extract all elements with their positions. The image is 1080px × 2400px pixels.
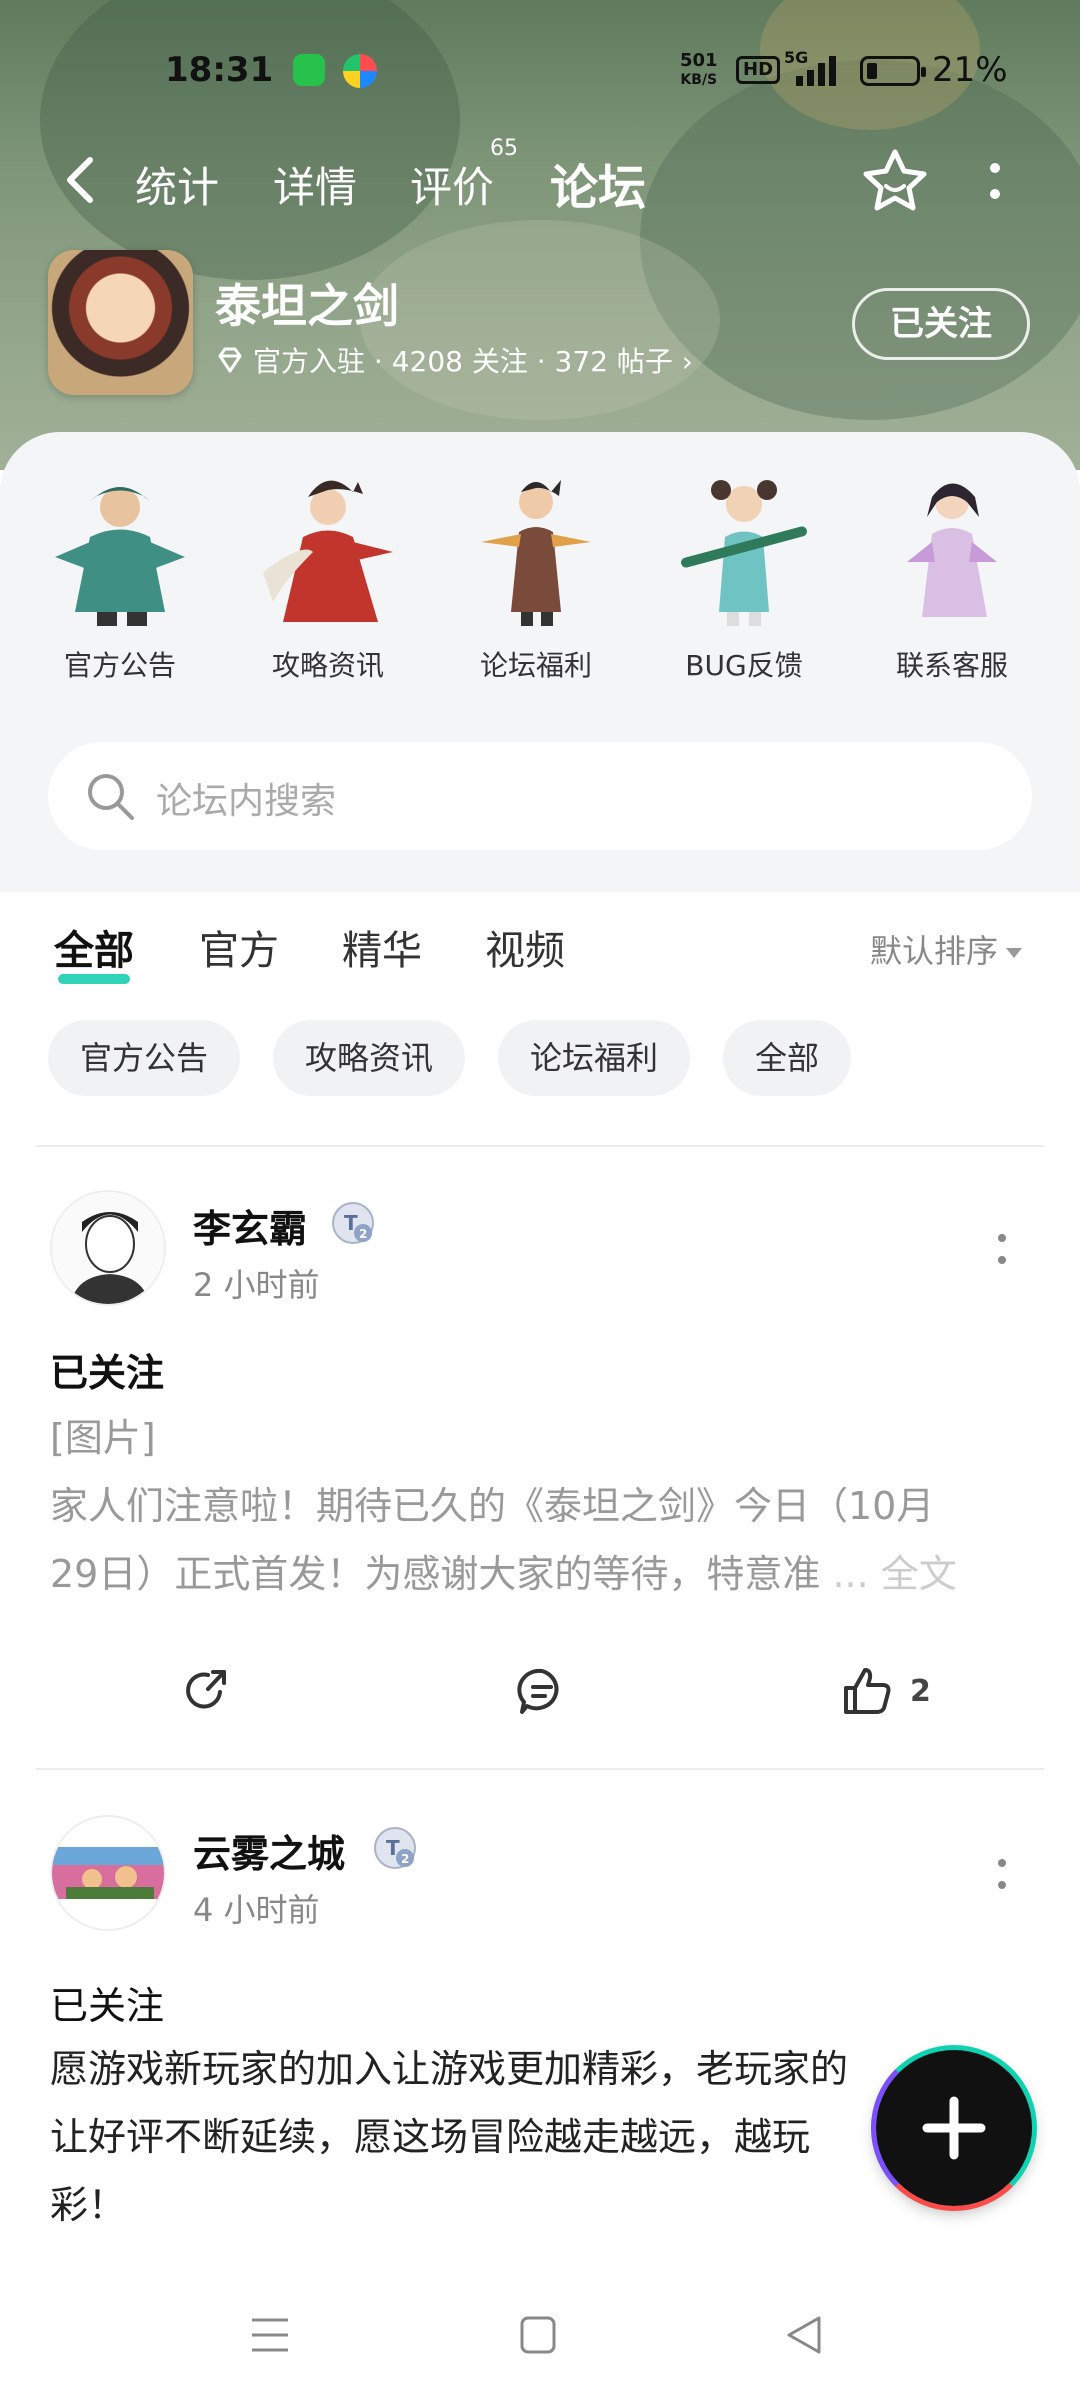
post-actions: 2 xyxy=(0,1656,1080,1726)
like-button[interactable]: 2 xyxy=(838,1656,931,1726)
level-number: 2 xyxy=(401,1852,409,1866)
back-icon[interactable] xyxy=(775,2310,835,2360)
comment-icon xyxy=(517,1668,559,1714)
tab-stats[interactable]: 统计 xyxy=(135,154,219,215)
chip-official[interactable]: 官方公告 xyxy=(48,1020,241,1096)
category-official[interactable]: 官方公告 xyxy=(20,462,220,684)
post-author[interactable]: 李玄霸 xyxy=(193,1198,307,1253)
battery-percent: 21% xyxy=(932,50,1008,90)
full-text-link[interactable]: 全文 xyxy=(881,1552,957,1596)
more-options-icon[interactable] xyxy=(985,154,1005,210)
filter-tabs: 全部 官方 精华 视频 默认排序 xyxy=(0,892,1080,992)
forum-meta[interactable]: 官方入驻 · 4208 关注 · 372 帖子 › xyxy=(215,340,693,380)
divider xyxy=(36,1768,1044,1770)
category-label: BUG反馈 xyxy=(685,649,803,682)
share-icon xyxy=(186,1670,226,1709)
favorite-star-icon[interactable] xyxy=(860,146,930,216)
chip-welfare[interactable]: 论坛福利 xyxy=(498,1020,691,1096)
post-text-line: 29日）正式首发！为感谢大家的等待，特意准 ... 全文 xyxy=(50,1540,1040,1608)
game-avatar[interactable] xyxy=(48,250,193,395)
status-time: 18:31 xyxy=(165,50,274,90)
search-icon xyxy=(88,774,134,820)
menu-icon[interactable] xyxy=(240,2310,300,2360)
post-more-icon[interactable] xyxy=(995,1230,1009,1270)
app-notification-icon xyxy=(343,54,377,88)
filter-tab-all[interactable]: 全部 xyxy=(54,918,134,984)
home-icon[interactable] xyxy=(508,2310,568,2360)
post-more-icon[interactable] xyxy=(995,1855,1009,1895)
category-label: 攻略资讯 xyxy=(271,649,384,682)
category-label: 论坛福利 xyxy=(479,649,592,682)
tab-forum[interactable]: 论坛 xyxy=(545,148,651,218)
filter-tab-featured[interactable]: 精华 xyxy=(342,918,422,976)
forum-name: 泰坦之剑 xyxy=(215,279,399,333)
forum-sheet: 官方公告 攻略资讯 论坛福利 BUG反馈 联系客服 论坛内搜索 xyxy=(0,432,1080,892)
user-avatar[interactable] xyxy=(50,1815,166,1931)
customer-service-character-icon xyxy=(907,483,997,617)
chip-all[interactable]: 全部 xyxy=(723,1020,852,1096)
post-author[interactable]: 云雾之城 xyxy=(193,1823,345,1878)
category-bug-feedback[interactable]: BUG反馈 xyxy=(644,462,844,684)
network-speed-unit: KB/S xyxy=(680,72,718,88)
post-title: 已关注 xyxy=(50,1351,165,1395)
filter-tab-official[interactable]: 官方 xyxy=(199,918,279,976)
user-avatar[interactable] xyxy=(50,1190,166,1306)
sort-dropdown[interactable]: 默认排序 xyxy=(870,926,1023,972)
plus-icon xyxy=(922,2096,986,2160)
post-time: 4 小时前 xyxy=(193,1891,320,1929)
category-customer-service[interactable]: 联系客服 xyxy=(852,462,1052,684)
post-text-line: 家人们注意啦！期待已久的《泰坦之剑》今日（10月 xyxy=(50,1484,935,1528)
category-label: 联系客服 xyxy=(895,649,1008,682)
search-placeholder: 论坛内搜索 xyxy=(156,781,337,822)
battery-icon xyxy=(860,56,926,86)
level-number: 2 xyxy=(359,1227,367,1241)
share-button[interactable] xyxy=(180,1656,238,1726)
chip-guide[interactable]: 攻略资讯 xyxy=(273,1020,466,1096)
reviews-count-badge: 65 xyxy=(490,136,518,161)
welfare-character-icon xyxy=(481,480,591,626)
diamond-icon xyxy=(218,347,242,373)
thumbs-up-icon xyxy=(844,1668,891,1714)
category-chips: 官方公告 攻略资讯 论坛福利 全部 xyxy=(0,1015,1080,1096)
comment-button[interactable] xyxy=(513,1656,571,1726)
divider xyxy=(36,1145,1044,1147)
message-app-icon xyxy=(293,54,325,86)
bug-feedback-character-icon xyxy=(681,480,807,626)
filter-tab-video[interactable]: 视频 xyxy=(485,918,565,976)
official-announcement-character-icon xyxy=(55,487,185,626)
post-card[interactable]: 李玄霸 T 2 2 小时前 已关注 [图片] 家人们注意啦！期待已久的《泰坦之剑… xyxy=(0,1190,1080,1750)
top-navigation: 统计 详情 评价 65 论坛 xyxy=(0,136,1080,220)
caret-down-icon xyxy=(1006,948,1023,958)
back-arrow-icon[interactable] xyxy=(56,152,106,208)
post-ellipsis: ... xyxy=(832,1552,869,1596)
category-label: 官方公告 xyxy=(63,649,176,682)
category-welfare[interactable]: 论坛福利 xyxy=(436,462,636,684)
status-bar: 18:31 501 KB/S HD 5G 21% xyxy=(0,40,1080,100)
category-guide[interactable]: 攻略资讯 xyxy=(228,462,428,684)
forum-search-bar[interactable]: 论坛内搜索 xyxy=(48,742,1032,850)
user-level-badge-icon: T 2 xyxy=(332,1202,374,1244)
forum-stats: 官方入驻 · 4208 关注 · 372 帖子 › xyxy=(253,345,694,378)
tab-details[interactable]: 详情 xyxy=(273,154,357,215)
guide-character-icon xyxy=(263,480,393,622)
category-row: 官方公告 攻略资讯 论坛福利 BUG反馈 联系客服 xyxy=(0,462,1080,682)
user-level-badge-icon: T 2 xyxy=(374,1827,416,1869)
hd-icon: HD xyxy=(736,56,781,84)
create-post-button[interactable] xyxy=(871,2045,1037,2211)
like-count: 2 xyxy=(910,1673,931,1709)
tab-reviews[interactable]: 评价 xyxy=(410,154,494,215)
post-time: 2 小时前 xyxy=(193,1266,320,1304)
post-text-line-2: 29日）正式首发！为感谢大家的等待，特意准 xyxy=(50,1552,821,1596)
network-speed-value: 501 xyxy=(680,50,718,71)
signal-icon xyxy=(796,54,846,86)
follow-button[interactable]: 已关注 xyxy=(852,288,1030,360)
post-title: 已关注 xyxy=(50,1984,165,2028)
system-navigation-bar xyxy=(0,2270,1080,2400)
sort-label: 默认排序 xyxy=(870,932,999,970)
network-speed: 501 KB/S xyxy=(680,52,718,89)
post-image-tag: [图片] xyxy=(50,1416,156,1460)
forum-header: 泰坦之剑 官方入驻 · 4208 关注 · 372 帖子 › 已关注 xyxy=(0,250,1080,400)
